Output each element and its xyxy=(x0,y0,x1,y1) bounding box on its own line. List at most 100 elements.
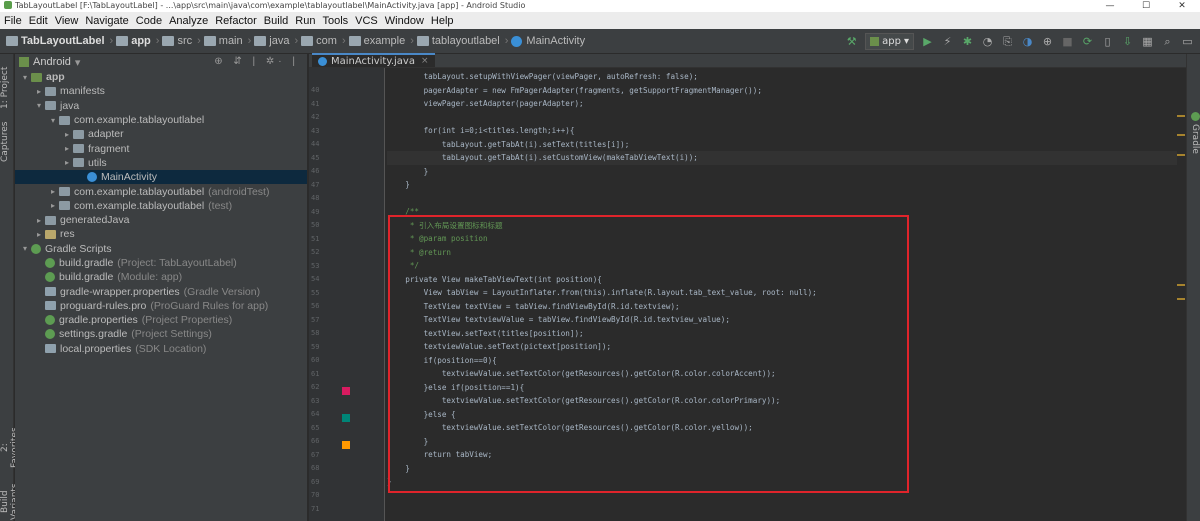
menu-navigate[interactable]: Navigate xyxy=(85,15,128,27)
code-line[interactable] xyxy=(387,111,1177,125)
tab-project[interactable]: 1: Project xyxy=(0,58,14,118)
warning-marker[interactable] xyxy=(1177,284,1185,286)
menu-tools[interactable]: Tools xyxy=(322,15,348,27)
make-project-icon[interactable]: ⚒ xyxy=(845,35,858,48)
tab-mainactivity-java[interactable]: MainActivity.java × xyxy=(312,53,435,67)
tree-item[interactable]: build.gradle (Module: app) xyxy=(15,270,307,284)
expanded-arrow-icon[interactable]: ▾ xyxy=(33,101,45,110)
maximize-button[interactable]: ☐ xyxy=(1128,0,1164,12)
profiler-gauge-icon[interactable]: ◑ xyxy=(1021,35,1034,48)
coverage-icon[interactable]: ⊕ xyxy=(1041,35,1054,48)
warning-marker[interactable] xyxy=(1177,154,1185,156)
breadcrumb-tablayoutlabel[interactable]: tablayoutlabel › xyxy=(416,35,508,47)
tree-item[interactable]: ▸ res xyxy=(15,227,307,241)
collapsed-arrow-icon[interactable]: ▸ xyxy=(33,216,45,225)
menu-edit[interactable]: Edit xyxy=(29,15,48,27)
tree-item[interactable]: ▸ adapter xyxy=(15,127,307,141)
search-icon[interactable]: ⌕ xyxy=(1161,35,1174,48)
code-line[interactable]: for(int i=0;i<titles.length;i++){ xyxy=(387,124,1177,138)
device-icon[interactable]: ▭ xyxy=(1181,35,1194,48)
breadcrumb-main[interactable]: main › xyxy=(203,35,251,47)
code-line[interactable]: tabLayout.getTabAt(i).setCustomView(make… xyxy=(387,151,1177,165)
minimize-button[interactable]: — xyxy=(1092,0,1128,12)
tree-item[interactable]: ▸ fragment xyxy=(15,141,307,155)
tree-item[interactable]: ▸ com.example.tablayoutlabel (test) xyxy=(15,199,307,213)
project-structure-icon[interactable]: ▦ xyxy=(1141,35,1154,48)
tree-item[interactable]: ▸ manifests xyxy=(15,84,307,98)
menu-build[interactable]: Build xyxy=(264,15,288,27)
panel-header-icons[interactable]: ⊕ ⇵ | ✲· | xyxy=(214,56,299,67)
sync-gradle-icon[interactable]: ⟳ xyxy=(1081,35,1094,48)
menu-vcs[interactable]: VCS xyxy=(355,15,378,27)
code-line[interactable]: pagerAdapter = new FmPagerAdapter(fragme… xyxy=(387,84,1177,98)
warning-marker[interactable] xyxy=(1177,134,1185,136)
expanded-arrow-icon[interactable]: ▾ xyxy=(19,244,31,253)
tree-item[interactable]: gradle-wrapper.properties (Gradle Version… xyxy=(15,284,307,298)
tree-item[interactable]: ▾ Gradle Scripts xyxy=(15,242,307,256)
tab-gradle[interactable]: Gradle xyxy=(1186,112,1200,154)
collapsed-arrow-icon[interactable]: ▸ xyxy=(61,158,73,167)
tree-item[interactable]: ▸ generatedJava xyxy=(15,213,307,227)
expanded-arrow-icon[interactable]: ▾ xyxy=(19,73,31,82)
breadcrumb-project[interactable]: TabLayoutLabel › xyxy=(6,35,113,47)
tree-item[interactable]: local.properties (SDK Location) xyxy=(15,342,307,356)
menu-window[interactable]: Window xyxy=(385,15,424,27)
breadcrumb-mainactivity[interactable]: MainActivity xyxy=(511,35,585,47)
warning-marker[interactable] xyxy=(1177,298,1185,300)
collapsed-arrow-icon[interactable]: ▸ xyxy=(47,201,59,210)
code-line[interactable]: tabLayout.getTabAt(i).setText(titles[i])… xyxy=(387,138,1177,152)
menu-refactor[interactable]: Refactor xyxy=(215,15,257,27)
tree-item[interactable]: ▸ com.example.tablayoutlabel (androidTest) xyxy=(15,184,307,198)
code-line[interactable]: } xyxy=(387,178,1177,192)
expanded-arrow-icon[interactable]: ▾ xyxy=(47,116,59,125)
tab-captures[interactable]: Captures xyxy=(0,120,14,164)
tree-item[interactable]: ▾ java xyxy=(15,99,307,113)
profile-icon[interactable]: ◔ xyxy=(981,35,994,48)
chevron-down-icon[interactable]: ▾ xyxy=(75,56,81,69)
menu-code[interactable]: Code xyxy=(136,15,162,27)
collapsed-arrow-icon[interactable]: ▸ xyxy=(33,87,45,96)
collapsed-arrow-icon[interactable]: ▸ xyxy=(61,144,73,153)
tab-favorites[interactable]: 2: Favorites xyxy=(0,422,20,474)
project-view-selector[interactable]: Android xyxy=(33,56,71,68)
debug-icon[interactable]: ✱ xyxy=(961,35,974,48)
collapsed-arrow-icon[interactable]: ▸ xyxy=(47,187,59,196)
attach-debugger-icon[interactable]: ⎘ xyxy=(1001,35,1014,48)
tree-item[interactable]: ▾ app xyxy=(15,70,307,84)
sdk-manager-icon[interactable]: ⇩ xyxy=(1121,35,1134,48)
breadcrumb-java[interactable]: java › xyxy=(254,35,298,47)
tree-item[interactable]: settings.gradle (Project Settings) xyxy=(15,327,307,341)
menu-run[interactable]: Run xyxy=(295,15,315,27)
warning-marker[interactable] xyxy=(1177,115,1185,117)
breadcrumb-src[interactable]: src › xyxy=(162,35,201,47)
editor-tabs: MainActivity.java × xyxy=(309,53,1186,68)
code-line[interactable] xyxy=(387,192,1177,206)
menu-help[interactable]: Help xyxy=(431,15,454,27)
collapsed-arrow-icon[interactable]: ▸ xyxy=(61,130,73,139)
collapsed-arrow-icon[interactable]: ▸ xyxy=(33,230,45,239)
code-line[interactable]: viewPager.setAdapter(pagerAdapter); xyxy=(387,97,1177,111)
editor-scroll-markers[interactable] xyxy=(1175,54,1185,521)
tree-item[interactable]: MainActivity xyxy=(15,170,307,185)
breadcrumb-com[interactable]: com › xyxy=(301,35,346,47)
tree-item[interactable]: proguard-rules.pro (ProGuard Rules for ap… xyxy=(15,299,307,313)
close-icon[interactable]: × xyxy=(421,56,429,66)
tree-item[interactable]: ▸ utils xyxy=(15,156,307,170)
close-button[interactable]: ✕ xyxy=(1164,0,1200,12)
tab-build-variants[interactable]: Build Variants xyxy=(0,483,20,520)
menu-analyze[interactable]: Analyze xyxy=(169,15,208,27)
tree-item[interactable]: build.gradle (Project: TabLayoutLabel) xyxy=(15,256,307,270)
avd-manager-icon[interactable]: ▯ xyxy=(1101,35,1114,48)
stop-icon[interactable]: ■ xyxy=(1061,35,1074,48)
breadcrumb-example[interactable]: example › xyxy=(348,35,414,47)
breadcrumb-app[interactable]: app › xyxy=(116,35,159,47)
code-line[interactable]: tabLayout.setupWithViewPager(viewPager, … xyxy=(387,70,1177,84)
apply-changes-icon[interactable]: ⚡ xyxy=(941,35,954,48)
code-line[interactable]: } xyxy=(387,165,1177,179)
run-icon[interactable]: ▶ xyxy=(921,35,934,48)
menu-file[interactable]: File xyxy=(4,15,22,27)
tree-item[interactable]: gradle.properties (Project Properties) xyxy=(15,313,307,327)
menu-view[interactable]: View xyxy=(55,15,79,27)
tree-item[interactable]: ▾ com.example.tablayoutlabel xyxy=(15,113,307,127)
run-configuration-selector[interactable]: app ▾ xyxy=(865,33,914,50)
